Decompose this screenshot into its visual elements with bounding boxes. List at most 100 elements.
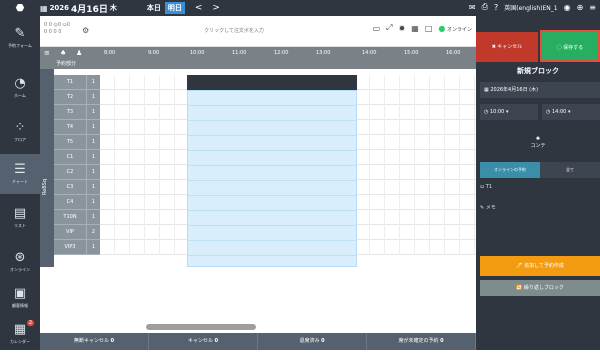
start-time-value: 10:00	[489, 109, 505, 115]
add-reservation-button[interactable]: 🖊 追加して予約作成	[480, 256, 600, 276]
tab-all[interactable]: 全て	[540, 162, 600, 178]
sidebar-item-reservation-form[interactable]: ✎ 予約フォーム	[0, 18, 40, 58]
footer-left[interactable]: 退席済み 0	[258, 333, 367, 350]
chevron-right-icon[interactable]: >	[212, 3, 220, 13]
sidebar-item-label: フロア	[14, 137, 26, 142]
sidebar-item-label: カレンダー	[10, 339, 30, 344]
online-label: オンライン	[446, 26, 472, 33]
sidebar-item-online[interactable]: ⊛ オンライン	[0, 242, 40, 282]
sidebar: ✎ 予約フォーム ◔ ホーム ⁘ フロア ☰ チャート ▤ リスト ⊛ オンライ…	[0, 16, 40, 350]
end-time-field[interactable]: ◷ 14:00 ▾	[542, 104, 600, 120]
topbar-right: ✉ ⎙ ? 英国(english)EN_1 ◉ ⊕ ≡	[469, 2, 596, 12]
layout-icon[interactable]: ▦	[411, 24, 419, 33]
app-logo-icon[interactable]: ⬣	[0, 3, 40, 14]
status-counts-line1: 0 0 ◎0 ⛀0	[44, 22, 71, 28]
edit-icon: ✎	[14, 26, 26, 41]
row-name: T3	[54, 105, 86, 120]
list-icon: ▤	[13, 206, 27, 221]
row-count: 1	[86, 180, 100, 195]
home-icon: ◔	[14, 76, 26, 91]
horizontal-scrollbar[interactable]	[146, 324, 256, 330]
status-counts: 0 0 ◎0 ⛀0 0 0 0 0	[44, 22, 70, 36]
footer-cancel[interactable]: キャンセル 0	[149, 333, 258, 350]
selected-block-area[interactable]	[187, 90, 357, 267]
mail-icon[interactable]: ✉	[469, 3, 476, 12]
toolbar-icons: ▭ ⤢ ✹ ▦ □ ● オンライン	[373, 23, 472, 33]
date-main: 4月16日	[71, 4, 108, 15]
sidebar-item-label: 予約フォーム	[8, 43, 32, 48]
date-field[interactable]: ▦ 2026年4月16日 (木)	[480, 82, 600, 98]
course-label: コンテ	[530, 143, 546, 149]
unassigned-row[interactable]: 予約部分	[40, 59, 476, 69]
save-button[interactable]: ◯ 保存する	[540, 30, 600, 62]
row-count: 1	[86, 210, 100, 225]
sidebar-item-customer[interactable]: ▣ 顧客情報	[0, 278, 40, 318]
sidebar-item-label: オンライン	[10, 267, 30, 272]
date-year: 2026	[49, 4, 70, 12]
sidebar-item-chart[interactable]: ☰ チャート	[0, 154, 40, 194]
sidebar-item-floor[interactable]: ⁘ フロア	[0, 112, 40, 152]
calendar-icon: ▦	[40, 3, 48, 13]
row-count: 1	[86, 120, 100, 135]
sidebar-item-list[interactable]: ▤ リスト	[0, 198, 40, 238]
filter-icon[interactable]: ≡	[44, 47, 50, 59]
date-weekday: 木	[109, 4, 117, 12]
row-count: 1	[86, 240, 100, 255]
gear-icon[interactable]: ✹	[399, 24, 406, 33]
online-status[interactable]: ● オンライン	[438, 24, 472, 33]
chevron-left-icon[interactable]: <	[195, 3, 203, 13]
table-selection[interactable]: ⛀ T1	[480, 184, 492, 190]
globe-icon[interactable]: ⊕	[577, 3, 584, 12]
repeat-block-button[interactable]: 🔁 繰り返しブロック	[480, 280, 600, 296]
course-selector[interactable]: ✺ コンテ	[476, 136, 600, 149]
time-header: 15:00	[404, 50, 419, 56]
online-tabs: オンラインの予約 全て	[480, 162, 600, 178]
footer-bar: 無断キャンセル 0 キャンセル 0 退席済み 0 席が未確定の予約 0	[40, 333, 476, 350]
top-bar: ⬣ ▦ 2026 4月16日 木 本日 明日 < > ✉ ⎙ ? 英国(engl…	[0, 0, 600, 16]
row-count: 1	[86, 90, 100, 105]
footer-label: 退席済み	[299, 338, 320, 344]
tab-online[interactable]: オンラインの予約	[480, 162, 540, 178]
monitor-icon[interactable]: ▭	[373, 24, 381, 33]
cancel-button[interactable]: ✖ キャンセル	[476, 32, 538, 62]
row-name: VIP3	[54, 240, 86, 255]
help-icon[interactable]: ?	[494, 3, 498, 12]
selected-block-header[interactable]	[187, 75, 357, 90]
current-date[interactable]: ▦ 2026 4月16日 木	[40, 2, 117, 15]
menu-icon[interactable]: ≡	[589, 3, 596, 12]
footer-count: 0	[110, 338, 115, 344]
sidebar-item-home[interactable]: ◔ ホーム	[0, 68, 40, 108]
online-icon: ⊛	[14, 250, 26, 265]
footer-label: キャンセル	[187, 338, 213, 344]
footer-unseated[interactable]: 席が未確定の予約 0	[367, 333, 476, 350]
status-counts-line2: 0 0 0 0	[44, 29, 62, 35]
user-label[interactable]: 英国(english)EN_1	[504, 3, 557, 12]
sidebar-item-calendar[interactable]: ▦ カレンダー 2	[0, 314, 40, 354]
start-time-field[interactable]: ◷ 10:00 ▾	[480, 104, 538, 120]
today-button[interactable]: 本日	[147, 3, 161, 13]
footer-label: 無断キャンセル	[73, 338, 109, 344]
footer-noshow[interactable]: 無断キャンセル 0	[40, 333, 149, 350]
time-header: 13:00	[316, 50, 331, 56]
settings-icon[interactable]: ⚙	[82, 26, 89, 35]
person-icon[interactable]: ♟	[76, 47, 82, 59]
sidebar-item-label: チャート	[12, 179, 28, 184]
row-name: C2	[54, 165, 86, 180]
time-header: 14:00	[362, 50, 377, 56]
seat-icon[interactable]: ♠	[60, 47, 66, 59]
memo-icon: ✎	[480, 205, 485, 211]
print-icon[interactable]: ⎙	[482, 2, 488, 12]
expand-icon[interactable]: ⤢	[386, 23, 392, 33]
date-value: 2026年4月16日 (木)	[490, 87, 539, 93]
square-icon[interactable]: □	[425, 24, 433, 33]
time-header: 11:00	[232, 50, 247, 56]
tomorrow-button[interactable]: 明日	[164, 2, 185, 14]
account-icon[interactable]: ◉	[564, 3, 571, 12]
row-count: 2	[86, 225, 100, 240]
search-input[interactable]	[104, 25, 364, 37]
footer-count: 0	[440, 338, 444, 344]
time-header: 9:00	[148, 50, 160, 56]
row-name: T4	[54, 120, 86, 135]
sidebar-item-label: 顧客情報	[12, 303, 28, 308]
memo-field[interactable]: ✎ メモ	[480, 204, 496, 211]
